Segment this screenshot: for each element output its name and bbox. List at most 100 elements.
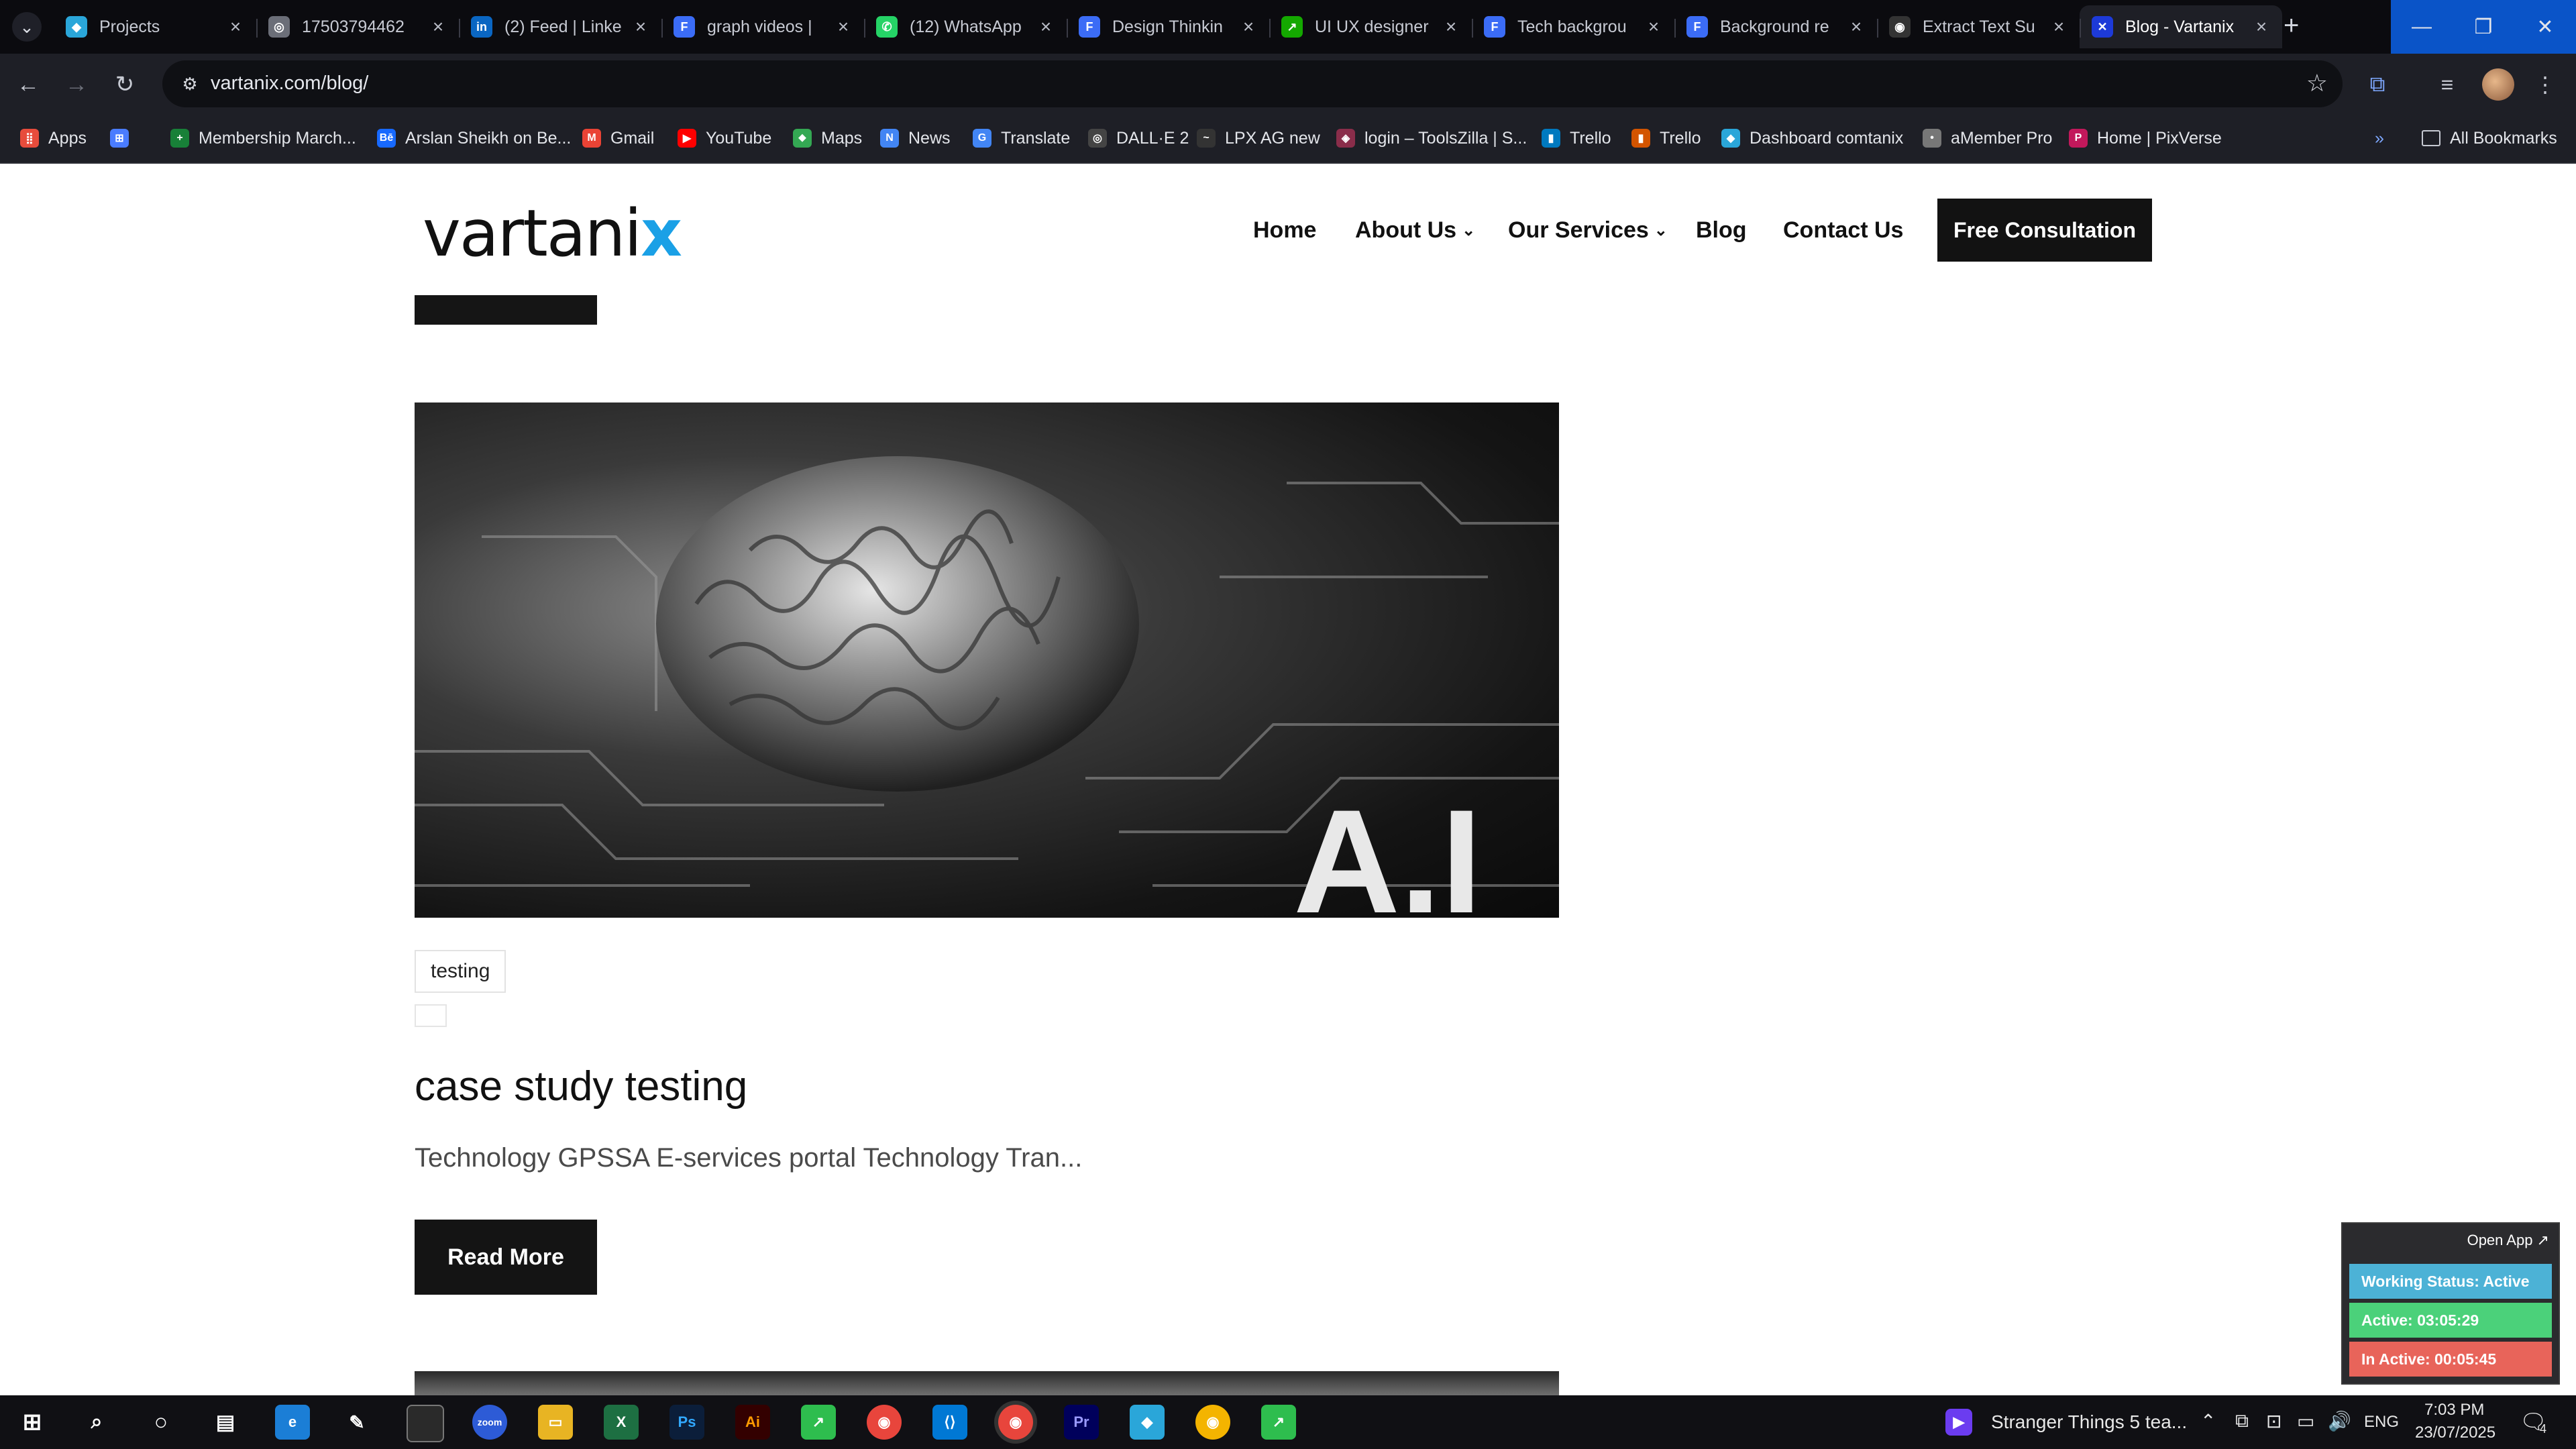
- tray-chevron-icon[interactable]: ⌃: [2200, 1410, 2216, 1432]
- browser-tab[interactable]: in (2) Feed | Linke ×: [459, 5, 661, 48]
- pen-tool-icon[interactable]: ✎: [339, 1405, 374, 1440]
- back-icon[interactable]: ←: [12, 68, 44, 101]
- extensions-icon[interactable]: ⧉: [2361, 68, 2394, 101]
- menu-kebab-icon[interactable]: ⋮: [2529, 68, 2561, 101]
- bookmark-item[interactable]: ~ LPX AG new: [1197, 123, 1320, 153]
- bookmark-item[interactable]: Bē Arslan Sheikh on Be...: [377, 123, 571, 153]
- nav-home[interactable]: Home: [1253, 217, 1316, 244]
- zoom-icon[interactable]: zoom: [472, 1405, 507, 1440]
- tab-close-icon[interactable]: ×: [1238, 16, 1258, 38]
- more-bookmarks-icon[interactable]: »: [2375, 123, 2384, 153]
- minimize-icon[interactable]: —: [2391, 0, 2453, 54]
- tab-close-icon[interactable]: ×: [2049, 16, 2069, 38]
- bookmark-star-icon[interactable]: ☆: [2306, 69, 2328, 97]
- upwork-icon[interactable]: ↗: [1261, 1405, 1296, 1440]
- close-window-icon[interactable]: ✕: [2514, 0, 2576, 54]
- excel-icon[interactable]: X: [604, 1405, 639, 1440]
- tab-close-icon[interactable]: ×: [1441, 16, 1461, 38]
- bookmark-item[interactable]: G Translate: [973, 123, 1070, 153]
- url-text[interactable]: vartanix.com/blog/: [211, 72, 368, 95]
- new-tab-icon[interactable]: +: [2284, 11, 2299, 41]
- post-title[interactable]: case study testing: [415, 1063, 747, 1110]
- tab-search-icon[interactable]: ⌄: [12, 12, 42, 42]
- illustrator-icon[interactable]: Ai: [735, 1405, 770, 1440]
- all-bookmarks[interactable]: All Bookmarks: [2422, 123, 2557, 153]
- task-view-icon[interactable]: ▤: [208, 1405, 243, 1440]
- windows-start-icon[interactable]: ⊞: [15, 1405, 50, 1440]
- tab-close-icon[interactable]: ×: [1036, 16, 1056, 38]
- open-app-link[interactable]: Open App ↗: [2467, 1232, 2549, 1249]
- browser-tab[interactable]: ◆ Projects ×: [54, 5, 256, 48]
- bookmark-item[interactable]: ▮ Trello: [1542, 123, 1611, 153]
- tab-close-icon[interactable]: ×: [2251, 16, 2271, 38]
- chrome-canary-icon[interactable]: ◉: [1195, 1405, 1230, 1440]
- bookmark-item[interactable]: + Membership March...: [170, 123, 356, 153]
- premiere-icon[interactable]: Pr: [1064, 1405, 1099, 1440]
- profile-avatar[interactable]: [2482, 68, 2514, 101]
- edge-icon[interactable]: e: [275, 1405, 310, 1440]
- chrome-active-icon[interactable]: ◉: [998, 1405, 1033, 1440]
- next-post-image[interactable]: [415, 1371, 1559, 1395]
- reading-list-icon[interactable]: ≡: [2431, 68, 2463, 101]
- post-tag[interactable]: testing: [415, 950, 506, 993]
- tab-close-icon[interactable]: ×: [428, 16, 448, 38]
- bookmark-item[interactable]: ◆ Dashboard comtanix: [1721, 123, 1903, 153]
- bookmark-item[interactable]: ◎ DALL·E 2: [1088, 123, 1189, 153]
- bookmark-item[interactable]: P Home | PixVerse: [2069, 123, 2222, 153]
- projects-app-icon[interactable]: ◆: [1130, 1405, 1165, 1440]
- bookmark-item[interactable]: ▮ Trello: [1631, 123, 1701, 153]
- chrome-icon[interactable]: ◉: [867, 1405, 902, 1440]
- clock-time[interactable]: 7:03 PM: [2424, 1401, 2484, 1419]
- network-icon[interactable]: ▭: [2297, 1410, 2314, 1432]
- address-bar[interactable]: ⚙ vartanix.com/blog/ ☆: [162, 60, 2343, 107]
- restore-icon[interactable]: ❐: [2453, 0, 2514, 54]
- nav-contact-us[interactable]: Contact Us: [1783, 217, 1903, 244]
- free-consultation-button[interactable]: Free Consultation: [1937, 199, 2152, 262]
- tab-close-icon[interactable]: ×: [1644, 16, 1664, 38]
- reload-icon[interactable]: ↻: [109, 68, 141, 101]
- nav-about-us[interactable]: About Us ⌄: [1355, 217, 1475, 244]
- tab-close-icon[interactable]: ×: [225, 16, 246, 38]
- clock-date[interactable]: 23/07/2025: [2415, 1424, 2496, 1442]
- tab-close-icon[interactable]: ×: [833, 16, 853, 38]
- media-title[interactable]: Stranger Things 5 tea...: [1991, 1411, 2187, 1433]
- bookmark-item[interactable]: ⣿ Apps: [20, 123, 87, 153]
- nav-blog[interactable]: Blog: [1696, 217, 1747, 244]
- bookmark-item[interactable]: ⬥ Maps: [793, 123, 862, 153]
- bookmark-item[interactable]: M Gmail: [582, 123, 654, 153]
- search-icon[interactable]: ⌕: [79, 1405, 114, 1440]
- tab-close-icon[interactable]: ×: [631, 16, 651, 38]
- bookmark-item[interactable]: • aMember Pro: [1923, 123, 2052, 153]
- forward-icon[interactable]: →: [60, 68, 93, 101]
- nav-our-services[interactable]: Our Services ⌄: [1508, 217, 1668, 244]
- browser-tab[interactable]: Fgraph videos | ×: [661, 5, 864, 48]
- volume-icon[interactable]: 🔊: [2328, 1410, 2351, 1432]
- bookmark-item[interactable]: ▶ YouTube: [678, 123, 771, 153]
- language-indicator[interactable]: ENG: [2364, 1413, 2399, 1432]
- cortana-icon[interactable]: ○: [144, 1405, 178, 1440]
- bookmark-item[interactable]: N News: [880, 123, 951, 153]
- tab-close-icon[interactable]: ×: [1846, 16, 1866, 38]
- browser-tab[interactable]: ✕ Blog - Vartanix ×: [2080, 5, 2282, 48]
- browser-tab[interactable]: ✆ (12) WhatsApp ×: [864, 5, 1067, 48]
- browser-tab[interactable]: F Background re ×: [1674, 5, 1877, 48]
- terminal-icon[interactable]: [407, 1405, 444, 1442]
- browser-tab[interactable]: ◉ Extract Text Su ×: [1877, 5, 2080, 48]
- browser-tab[interactable]: ◎ 17503794462 ×: [256, 5, 459, 48]
- browser-tab[interactable]: F Design Thinkin ×: [1067, 5, 1269, 48]
- upwork-tracker-icon[interactable]: ↗: [801, 1405, 836, 1440]
- bookmark-item[interactable]: ◈ login – ToolsZilla | S...: [1336, 123, 1527, 153]
- photoshop-icon[interactable]: Ps: [669, 1405, 704, 1440]
- media-play-icon[interactable]: ▶: [1945, 1409, 1972, 1436]
- site-logo[interactable]: vartanix: [423, 196, 682, 271]
- file-explorer-icon[interactable]: ▭: [538, 1405, 573, 1440]
- tray-app-icon[interactable]: ⧉: [2235, 1410, 2249, 1432]
- site-info-icon[interactable]: ⚙: [177, 71, 203, 97]
- bookmark-item[interactable]: ⊞: [110, 123, 138, 153]
- browser-tab[interactable]: ↗ UI UX designer ×: [1269, 5, 1472, 48]
- browser-tab[interactable]: F Tech backgrou ×: [1472, 5, 1674, 48]
- tray-vpn-icon[interactable]: ⊡: [2266, 1410, 2282, 1432]
- read-more-button[interactable]: Read More: [415, 1220, 597, 1295]
- vscode-icon[interactable]: ⟨⟩: [932, 1405, 967, 1440]
- post-image[interactable]: A.I: [415, 402, 1559, 918]
